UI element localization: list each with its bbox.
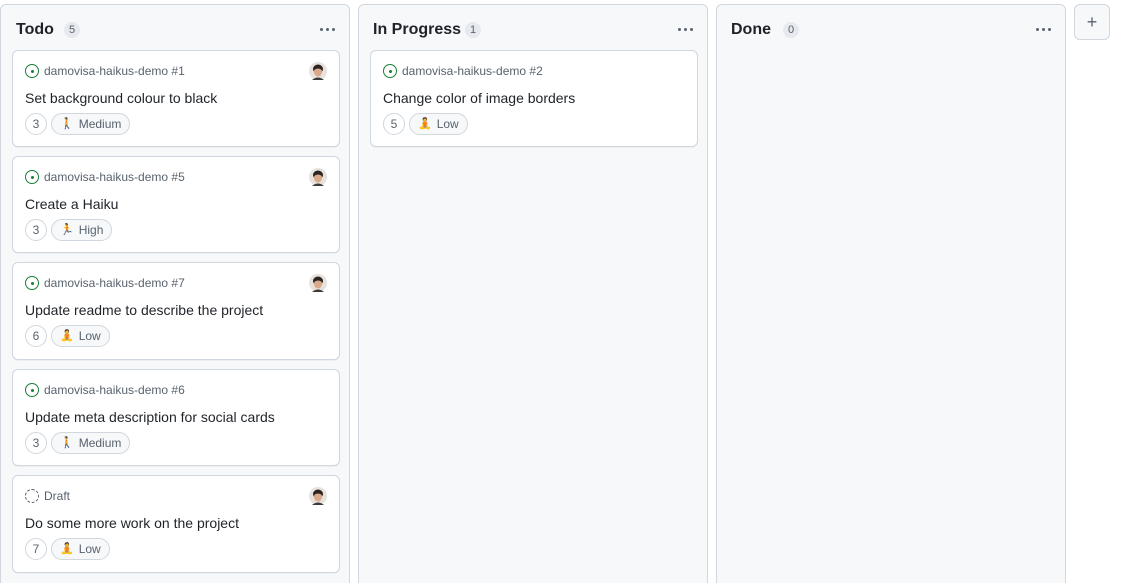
walking-person-icon: 🚶 (60, 436, 74, 449)
column-todo: Todo 5 damovisa-haikus-demo #1 Set backg… (0, 4, 350, 583)
card-title[interactable]: Change color of image borders (383, 89, 575, 107)
card-reference[interactable]: damovisa-haikus-demo #6 (25, 382, 185, 398)
estimate-token: 7 (25, 538, 47, 560)
column-header: Done 0 (717, 5, 1065, 51)
meditating-person-icon: 🧘 (60, 542, 74, 555)
card-title[interactable]: Update readme to describe the project (25, 301, 263, 319)
card-ref-text: Draft (44, 489, 71, 503)
avatar[interactable] (309, 168, 327, 186)
card-ref-text[interactable]: damovisa-haikus-demo #2 (402, 63, 543, 79)
priority-label: Low (78, 542, 101, 556)
priority-token: 🚶 Medium (51, 432, 131, 454)
column-title: In Progress (373, 21, 462, 38)
add-column-button[interactable]: + (1074, 4, 1110, 40)
column-in-progress: In Progress 1 damovisa-haikus-demo #2 Ch… (358, 4, 708, 583)
avatar[interactable] (309, 274, 327, 292)
walking-person-icon: 🚶 (60, 117, 74, 130)
card-fields: 7 🧘 Low (25, 538, 110, 560)
card-reference[interactable]: damovisa-haikus-demo #5 (25, 169, 185, 185)
card-todo-2[interactable]: damovisa-haikus-demo #5 Create a Haiku 3… (12, 156, 340, 253)
priority-token: 🧘 Low (51, 538, 110, 560)
column-count-badge: 0 (783, 22, 800, 38)
card-reference: Draft (25, 488, 70, 504)
card-title[interactable]: Do some more work on the project (25, 514, 239, 532)
open-issue-icon (25, 276, 39, 290)
estimate-token: 3 (25, 113, 47, 135)
open-issue-icon (25, 64, 39, 78)
meditating-person-icon: 🧘 (60, 329, 74, 342)
draft-issue-icon (25, 489, 39, 503)
open-issue-icon (383, 64, 397, 78)
column-count-badge: 1 (465, 22, 482, 38)
card-fields: 3 🏃 High (25, 219, 113, 241)
card-todo-5[interactable]: Draft Do some more work on the project 7… (12, 475, 340, 573)
card-title[interactable]: Set background colour to black (25, 89, 217, 107)
card-title[interactable]: Update meta description for social cards (25, 408, 275, 426)
card-todo-3[interactable]: damovisa-haikus-demo #7 Update readme to… (12, 262, 340, 360)
priority-label: Low (78, 329, 101, 343)
priority-label: Medium (78, 117, 122, 131)
card-todo-1[interactable]: damovisa-haikus-demo #1 Set background c… (12, 50, 340, 147)
column-header: Todo 5 (1, 5, 349, 51)
card-reference[interactable]: damovisa-haikus-demo #1 (25, 63, 185, 79)
open-issue-icon (25, 383, 39, 397)
priority-label: Medium (78, 436, 122, 450)
priority-token: 🚶 Medium (51, 113, 131, 135)
avatar[interactable] (309, 487, 327, 505)
priority-token: 🧘 Low (51, 325, 110, 347)
priority-label: Low (436, 117, 459, 131)
priority-label: High (78, 223, 104, 237)
card-fields: 3 🚶 Medium (25, 113, 131, 135)
column-menu-button[interactable] (1029, 17, 1057, 41)
card-ref-text[interactable]: damovisa-haikus-demo #1 (44, 63, 185, 79)
column-title: Todo (16, 21, 54, 38)
estimate-token: 3 (25, 432, 47, 454)
running-person-icon: 🏃 (60, 223, 74, 236)
card-todo-4[interactable]: damovisa-haikus-demo #6 Update meta desc… (12, 369, 340, 466)
column-menu-button[interactable] (671, 17, 699, 41)
card-ref-text[interactable]: damovisa-haikus-demo #7 (44, 275, 185, 291)
estimate-token: 6 (25, 325, 47, 347)
card-ref-text[interactable]: damovisa-haikus-demo #6 (44, 382, 185, 398)
estimate-token: 3 (25, 219, 47, 241)
column-done: Done 0 (716, 4, 1066, 583)
open-issue-icon (25, 170, 39, 184)
priority-token: 🏃 High (51, 219, 113, 241)
column-count-badge: 5 (64, 22, 81, 38)
column-title: Done (731, 21, 771, 38)
column-menu-button[interactable] (313, 17, 341, 41)
card-fields: 5 🧘 Low (383, 113, 468, 135)
priority-token: 🧘 Low (409, 113, 468, 135)
card-reference[interactable]: damovisa-haikus-demo #2 (383, 63, 543, 79)
card-title[interactable]: Create a Haiku (25, 195, 118, 213)
meditating-person-icon: 🧘 (418, 117, 432, 130)
card-ref-text[interactable]: damovisa-haikus-demo #5 (44, 169, 185, 185)
card-fields: 6 🧘 Low (25, 325, 110, 347)
estimate-token: 5 (383, 113, 405, 135)
column-header: In Progress 1 (359, 5, 707, 51)
card-reference[interactable]: damovisa-haikus-demo #7 (25, 275, 185, 291)
card-fields: 3 🚶 Medium (25, 432, 131, 454)
avatar[interactable] (309, 62, 327, 80)
card-in-progress-1[interactable]: damovisa-haikus-demo #2 Change color of … (370, 50, 698, 147)
